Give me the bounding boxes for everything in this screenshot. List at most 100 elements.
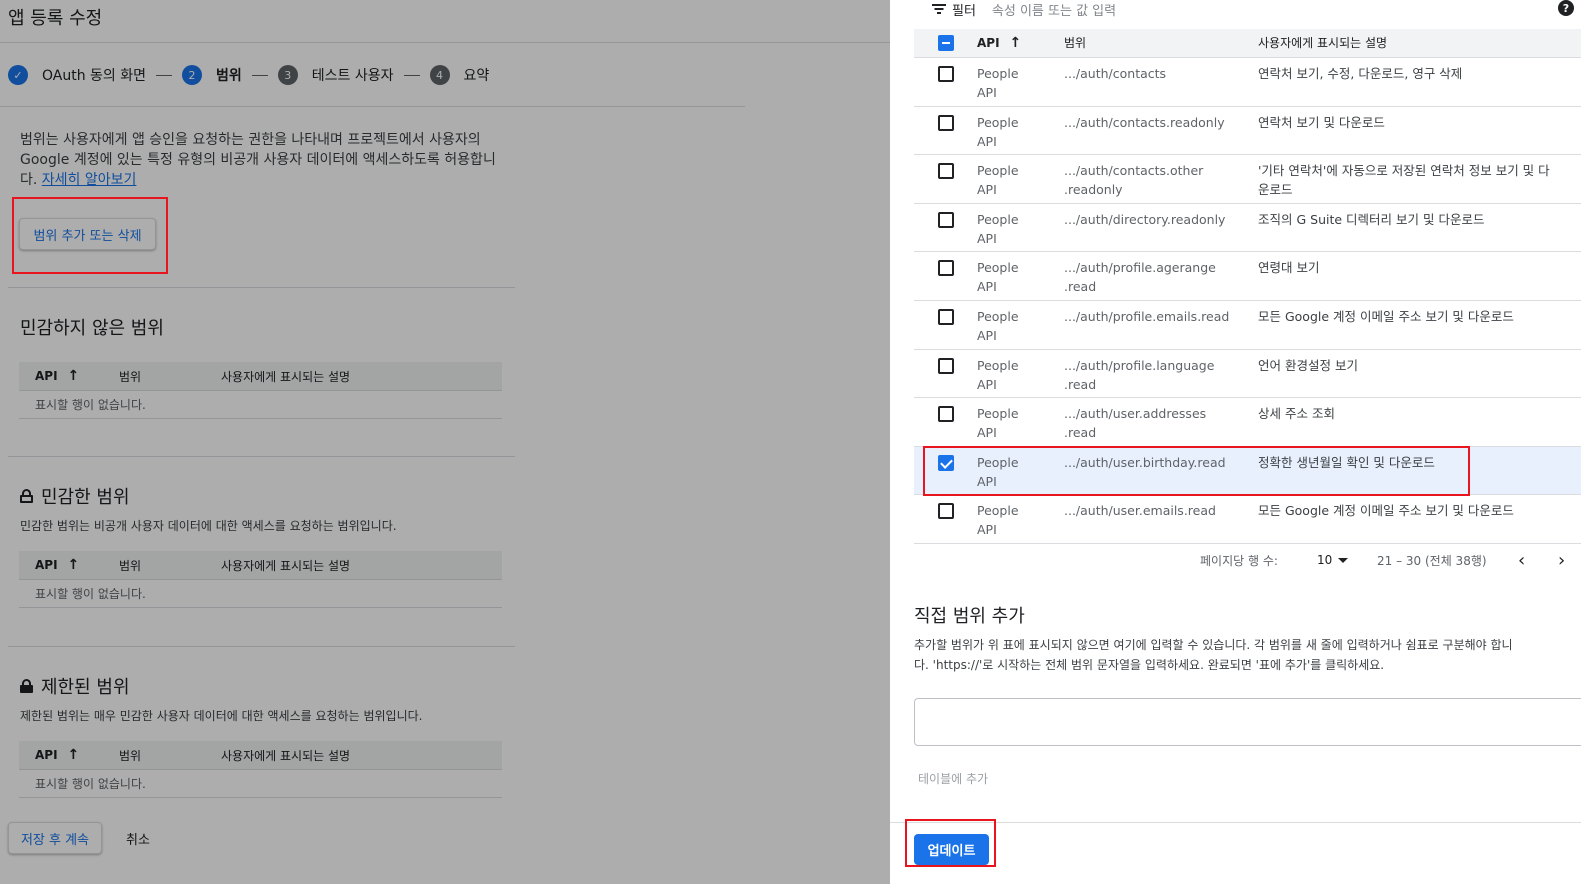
api-cell: People API: [977, 503, 1019, 538]
add-to-table-button[interactable]: 테이블에 추가: [918, 770, 988, 787]
row-checkbox-cell: [914, 64, 977, 82]
row-checkbox[interactable]: [937, 211, 954, 228]
empty-row: 표시할 행이 없습니다.: [19, 391, 502, 419]
scope-cell: .../auth/contacts: [1064, 66, 1167, 81]
step-label: OAuth 동의 화면: [42, 68, 147, 84]
scope-cell: .../auth/contacts.other .readonly: [1064, 163, 1204, 198]
table-row[interactable]: People API .../auth/contacts.other .readonl…: [914, 155, 1581, 204]
divider: [0, 106, 745, 107]
column-desc: 사용자에게 표시되는 설명: [1258, 35, 1388, 50]
page-range: 21 – 30 (전체 38행): [1377, 553, 1487, 568]
manual-scopes-textarea[interactable]: [914, 698, 1581, 746]
row-checkbox[interactable]: [937, 406, 954, 423]
desc-cell: 연락처 보기, 수정, 다운로드, 영구 삭제: [1258, 66, 1463, 81]
filter-input[interactable]: 속성 이름 또는 값 입력: [992, 0, 1116, 19]
api-cell: People API: [977, 357, 1019, 392]
row-checkbox[interactable]: [937, 260, 954, 277]
step-summary[interactable]: 4 요약: [429, 65, 489, 85]
scope-cell: .../auth/contacts.readonly: [1064, 114, 1225, 130]
section-title-text: 민감한 범위: [41, 487, 130, 508]
api-cell: People API: [977, 163, 1019, 198]
restricted-scopes-table: API ↑ 범위 사용자에게 표시되는 설명 표시할 행이 없습니다.: [19, 741, 502, 798]
step-separator: [251, 74, 268, 76]
table-header: API ↑ 범위 사용자에게 표시되는 설명: [19, 741, 502, 770]
column-api[interactable]: API ↑: [977, 34, 1064, 53]
desc-cell: 모든 Google 계정 이메일 주소 보기 및 다운로드: [1258, 503, 1514, 519]
table-row[interactable]: People API .../auth/contacts.readonly 연락처 보…: [914, 107, 1581, 156]
row-checkbox[interactable]: [937, 454, 954, 471]
divider: [890, 822, 1581, 823]
step-label: 범위: [216, 68, 242, 84]
chevron-left-icon[interactable]: ‹: [1518, 550, 1525, 571]
desc-cell: 모든 Google 계정 이메일 주소 보기 및 다운로드: [1258, 308, 1514, 324]
table-row[interactable]: People API .../auth/profile.agerange .read 연…: [914, 252, 1581, 301]
add-remove-scopes-button[interactable]: 범위 추가 또는 삭제: [19, 218, 156, 250]
save-and-continue-button[interactable]: 저장 후 계속: [8, 822, 102, 854]
row-checkbox[interactable]: [937, 66, 954, 82]
scope-cell: .../auth/profile.agerange .read: [1064, 260, 1216, 295]
table-row[interactable]: People API .../auth/user.birthday.read 정확한 …: [914, 446, 1581, 496]
row-checkbox[interactable]: [937, 114, 954, 131]
step-number: 2: [182, 65, 203, 85]
row-checkbox-cell: [914, 501, 977, 520]
row-checkbox[interactable]: [937, 308, 954, 325]
scope-cell: .../auth/profile.emails.read: [1064, 308, 1230, 324]
column-desc: 사용자에게 표시되는 설명: [221, 369, 351, 384]
chevron-right-icon[interactable]: ›: [1558, 550, 1565, 571]
step-separator: [403, 74, 420, 76]
scope-cell: .../auth/directory.readonly: [1064, 211, 1226, 227]
column-desc: 사용자에게 표시되는 설명: [221, 748, 351, 763]
stepper: ✓ OAuth 동의 화면 2 범위 3 테스트 사용자 4 요약: [8, 63, 489, 87]
step-scopes[interactable]: 2 범위: [182, 65, 242, 85]
api-cell: People API: [977, 308, 1019, 343]
arrow-up-icon: ↑: [67, 368, 80, 384]
cancel-button[interactable]: 취소: [118, 822, 158, 854]
page-size-select[interactable]: 10: [1317, 553, 1349, 567]
api-cell: People API: [977, 211, 1019, 246]
empty-row: 표시할 행이 없습니다.: [19, 770, 502, 798]
api-cell: People API: [977, 260, 1019, 295]
table-row[interactable]: People API .../auth/profile.language .read 언…: [914, 350, 1581, 399]
step-oauth-consent[interactable]: ✓ OAuth 동의 화면: [8, 65, 146, 85]
column-api[interactable]: API ↑: [19, 557, 119, 573]
section-title-text: 제한된 범위: [41, 677, 130, 698]
filter-icon: [932, 4, 946, 14]
desc-cell: 정확한 생년월일 확인 및 다운로드: [1258, 454, 1435, 470]
divider: [8, 287, 515, 288]
scope-cell: .../auth/user.birthday.read: [1064, 454, 1226, 470]
divider: [0, 42, 890, 43]
scopes-intro: 범위는 사용자에게 앱 승인을 요청하는 권한을 나타내며 프로젝트에서 사용자…: [20, 130, 510, 190]
step-test-users[interactable]: 3 테스트 사용자: [277, 65, 394, 85]
select-all-checkbox[interactable]: [937, 35, 954, 51]
table-row[interactable]: People API .../auth/user.emails.read 모든 Goo…: [914, 495, 1581, 544]
row-checkbox[interactable]: [937, 163, 954, 180]
row-checkbox-cell: [914, 453, 977, 471]
sensitive-scopes-title: 민감한 범위: [20, 483, 130, 509]
help-icon[interactable]: ?: [1558, 0, 1574, 16]
select-all-cell: [914, 35, 977, 51]
filter-bar[interactable]: 필터 속성 이름 또는 값 입력: [932, 0, 1116, 19]
sensitive-scopes-table: API ↑ 범위 사용자에게 표시되는 설명 표시할 행이 없습니다.: [19, 551, 502, 608]
page-title: 앱 등록 수정: [8, 8, 103, 29]
scopes-table: API ↑ 범위 사용자에게 표시되는 설명 People API .../auth/…: [914, 29, 1581, 544]
api-cell: People API: [977, 66, 1019, 100]
learn-more-link[interactable]: 자세히 알아보기: [42, 172, 137, 188]
empty-row: 표시할 행이 없습니다.: [19, 580, 502, 608]
update-scopes-panel: 필터 속성 이름 또는 값 입력 ? API ↑ 범위 사용자에게 표시되는 설명…: [890, 0, 1581, 884]
row-checkbox-cell: [914, 210, 977, 228]
row-checkbox-cell: [914, 307, 977, 325]
row-checkbox-cell: [914, 161, 977, 180]
manual-scopes-title: 직접 범위 추가: [914, 606, 1025, 627]
column-api[interactable]: API ↑: [19, 368, 119, 384]
table-row[interactable]: People API .../auth/user.addresses .read 상세 …: [914, 398, 1581, 447]
column-api[interactable]: API ↑: [19, 747, 119, 763]
column-desc: 사용자에게 표시되는 설명: [221, 558, 351, 573]
row-checkbox[interactable]: [937, 357, 954, 374]
update-button[interactable]: 업데이트: [914, 834, 989, 865]
table-row[interactable]: People API .../auth/directory.readonly 조직의 …: [914, 204, 1581, 253]
row-checkbox[interactable]: [937, 503, 954, 520]
table-row[interactable]: People API .../auth/profile.emails.read 모든 …: [914, 301, 1581, 350]
table-row[interactable]: People API .../auth/contacts 연락처 보기, 수정, 다운…: [914, 58, 1581, 107]
api-cell: People API: [977, 114, 1019, 149]
column-scope: 범위: [119, 558, 142, 573]
